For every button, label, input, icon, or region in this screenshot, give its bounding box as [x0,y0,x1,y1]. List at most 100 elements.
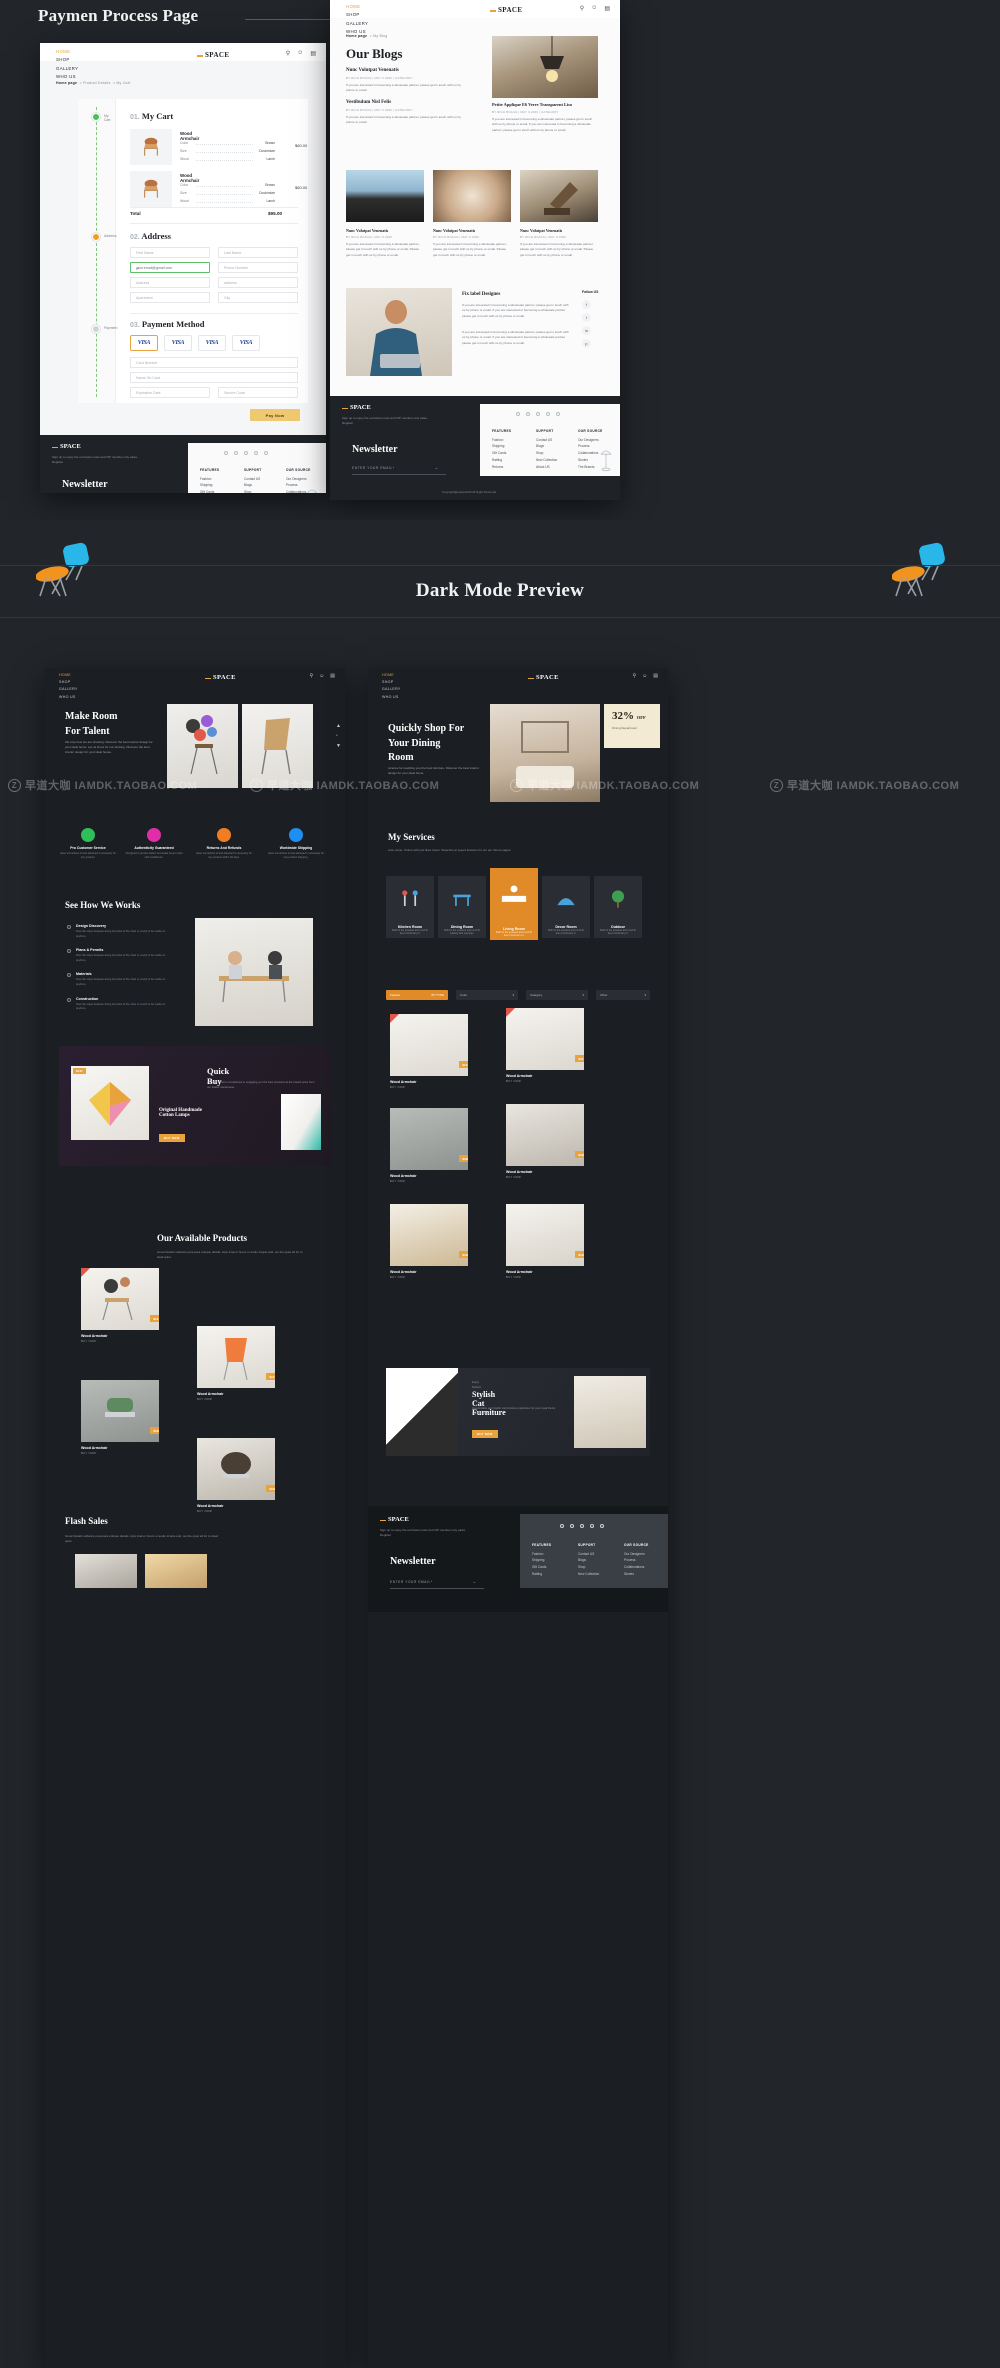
first-name-field[interactable]: First Name [130,247,210,258]
cart-icon[interactable]: ▤ [330,673,335,679]
product-name[interactable]: Wood Armchair [180,173,199,183]
footer-link[interactable]: Collaborations [624,1564,649,1571]
nav-item-shop[interactable]: SHOP [56,56,78,64]
user-icon[interactable]: ☺ [297,50,303,57]
dot[interactable] [224,451,228,455]
breadcrumb-home[interactable]: Home page [346,34,367,38]
footer-link[interactable]: Stories [624,1571,649,1578]
footer-link[interactable]: Fashion [532,1551,551,1558]
product-card[interactable]: $138 Wood Armchair BUY NOW [506,1204,584,1279]
buy-now-link[interactable]: BUY NOW [81,1452,159,1455]
expiry-field[interactable]: Expiration Date [130,387,210,398]
footer-link[interactable]: New Collection [578,1571,599,1578]
address-field[interactable]: Address [130,277,210,288]
site-logo[interactable]: SPACE [489,6,522,14]
product-card[interactable]: $138 Wood Armchair BUY NOW [390,1204,468,1279]
service-tile-active[interactable]: Living Room Built for the proudest and m… [490,868,538,940]
cart-icon[interactable]: ▤ [310,50,316,57]
footer-link[interactable]: Shop [244,489,265,493]
dot[interactable] [556,412,560,416]
dot[interactable] [546,412,550,416]
promo-badge[interactable]: 32% OFF Dining Department [604,704,660,748]
chevron-down-icon[interactable]: ▼ [336,743,341,749]
service-tile[interactable]: Decor Room Built for the proudest and mu… [542,876,590,938]
newsletter-submit-icon[interactable]: → [472,1579,476,1584]
address2-field[interactable]: address [218,277,298,288]
dot[interactable] [234,451,238,455]
dot[interactable] [244,451,248,455]
email-field[interactable]: your.email@gmail.com ✓ [130,262,210,273]
buy-now-button[interactable]: BUY NOW [159,1134,185,1142]
pay-now-button[interactable]: Pay Now [250,409,300,421]
blog-post-title[interactable]: Nunc Volutpat Venenatis [346,68,399,73]
city-field[interactable]: City [218,292,298,303]
footer-link[interactable]: Ratting [492,457,511,464]
breadcrumb-details[interactable]: Product Details [83,81,110,85]
cat-buy-button[interactable]: BUY NOW [472,1430,498,1438]
footer-link[interactable]: Gift Cards [492,450,511,457]
product-card[interactable]: $147 Wood Armchair BUY NOW [197,1326,275,1401]
linkedin-icon[interactable]: in [582,326,591,335]
chevron-up-icon[interactable]: ▲ [336,723,341,729]
dot[interactable] [590,1524,594,1528]
card-option-visa-3[interactable]: VISA [198,335,226,351]
buy-now-link[interactable]: BUY NOW [390,1086,468,1089]
blog-card-title[interactable]: Nunc Volutpat Venenatis [433,228,475,233]
product-card[interactable]: $138 Wood Armchair BUY NOW [197,1438,275,1513]
site-logo[interactable]: SPACE [205,674,236,681]
footer-link[interactable]: Blogs [578,1557,599,1564]
product-card[interactable]: $147 Wood Armchair BUY NOW [390,1014,468,1089]
footer-logo[interactable]: SPACE [342,404,371,411]
search-icon[interactable]: ⚲ [580,5,584,12]
buy-now-link[interactable]: BUY NOW [390,1180,468,1183]
twitter-icon[interactable]: t [582,313,591,322]
buy-now-link[interactable]: BUY NOW [197,1398,275,1401]
cart-icon[interactable]: ▤ [604,5,610,12]
chevron-down-icon[interactable]: ▾ [644,993,646,997]
search-icon[interactable]: ⚲ [286,50,290,57]
buy-now-link[interactable]: BUY NOW [506,1176,584,1179]
dot[interactable] [580,1524,584,1528]
dot[interactable] [516,412,520,416]
breadcrumb-home[interactable]: Home page [56,81,77,85]
product-card[interactable]: $138 Wood Armchair BUY NOW [390,1108,468,1183]
service-tile[interactable]: Dining Room Built for the proudest and m… [438,876,486,938]
nav-item-shop[interactable]: SHOP [382,679,401,686]
footer-link[interactable]: Shop [578,1564,599,1571]
dot[interactable] [560,1524,564,1528]
step-dot-cart[interactable] [92,113,100,121]
buy-now-link[interactable]: BUY NOW [506,1276,584,1279]
footer-link[interactable]: Shop [536,450,557,457]
cvv-field[interactable]: Secure Code [218,387,298,398]
footer-link[interactable]: Our Designers [286,476,311,483]
product-card[interactable]: $147 Wood Armchair BUY NOW [81,1268,159,1343]
buy-now-link[interactable]: BUY NOW [197,1510,275,1513]
nav-item-home[interactable]: HOME [346,3,368,11]
footer-link[interactable]: Blogs [536,443,557,450]
nav-item-gallery[interactable]: GALLERY [56,65,78,73]
nav-item-home[interactable]: HOME [56,48,78,56]
buy-now-link[interactable]: BUY NOW [81,1340,159,1343]
nav-item-home[interactable]: HOME [59,672,78,679]
nav-item-shop[interactable]: SHOP [59,679,78,686]
footer-link[interactable]: Shipping [532,1557,551,1564]
nav-item-whous[interactable]: WHO US [59,694,78,701]
product-card[interactable]: $138 Wood Armchair BUY NOW [81,1380,159,1455]
footer-link[interactable]: Ratting [532,1571,551,1578]
nav-item-home[interactable]: HOME [382,672,401,679]
product-card[interactable]: $147 Wood Armchair BUY NOW [506,1008,584,1083]
chevron-down-icon[interactable]: ▾ [512,993,514,997]
dot[interactable] [254,451,258,455]
nav-item-gallery[interactable]: GALLERY [382,686,401,693]
dot[interactable] [536,412,540,416]
footer-logo[interactable]: SPACE [380,1516,409,1523]
buy-now-link[interactable]: BUY NOW [390,1276,468,1279]
site-logo[interactable]: SPACE [528,674,559,681]
nav-item-gallery[interactable]: GALLERY [59,686,78,693]
pinterest-icon[interactable]: p [582,339,591,348]
product-name[interactable]: Wood Armchair [180,131,199,141]
dot[interactable] [600,1524,604,1528]
step-dot-payment[interactable] [92,325,100,333]
nav-item-shop[interactable]: SHOP [346,11,368,19]
footer-link[interactable]: Fashion [200,476,219,483]
